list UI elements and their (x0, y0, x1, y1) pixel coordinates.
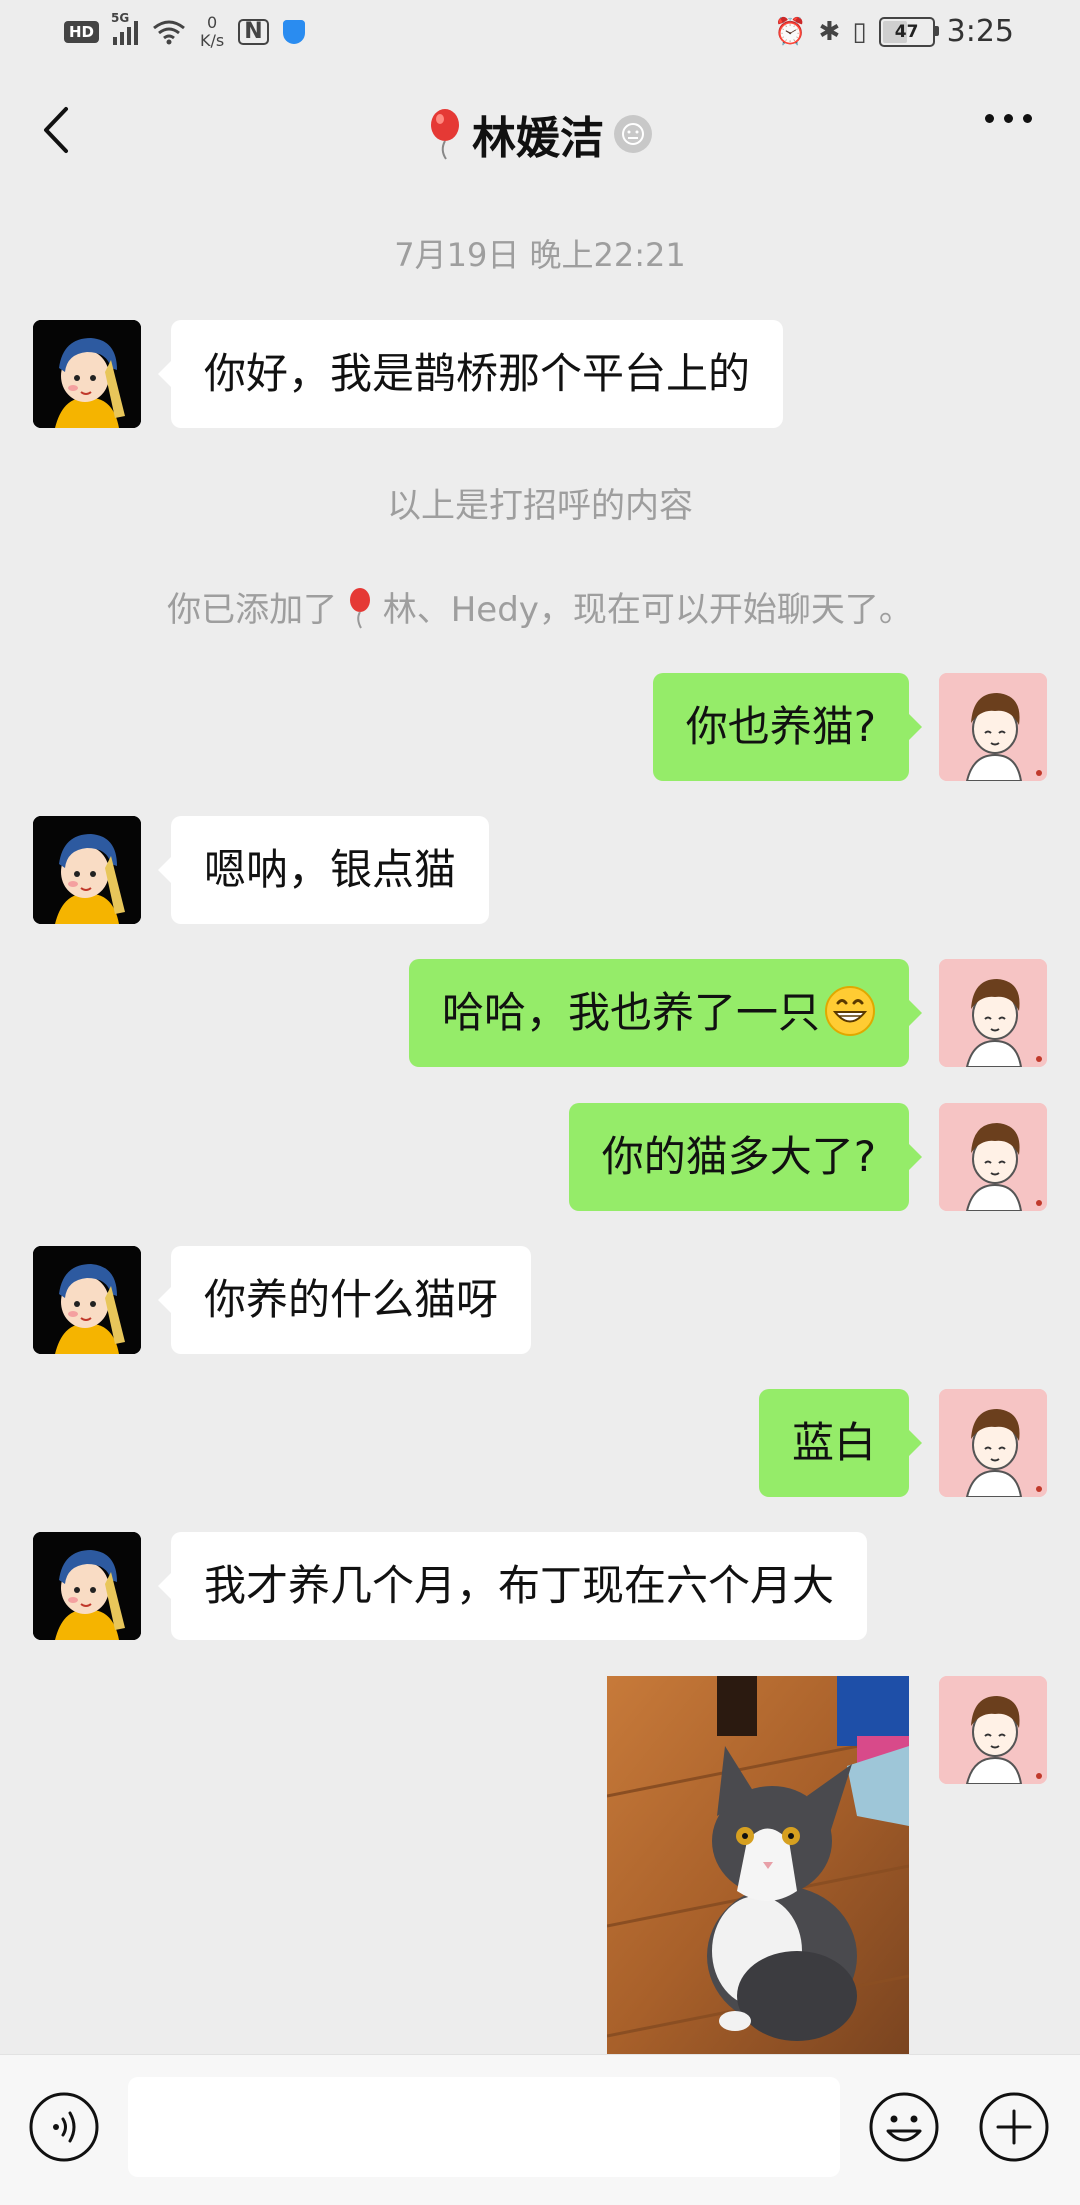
voice-button[interactable] (28, 2091, 100, 2163)
chat-header: 林媛洁 (0, 78, 1080, 188)
plus-icon (979, 2092, 1049, 2162)
message-bubble[interactable]: 我才养几个月，布丁现在六个月大 (157, 1532, 868, 1640)
message-bubble[interactable]: 嗯呐，银点猫 (157, 816, 490, 924)
hd-indicator: HD (64, 21, 100, 43)
speed-value: 0 (207, 13, 218, 32)
more-button[interactable] (985, 114, 1032, 123)
balloon-icon (349, 588, 370, 629)
chat-timestamp: 7月19日 晚上22:21 (394, 236, 686, 274)
input-bar (0, 2054, 1080, 2205)
balloon-icon (431, 109, 459, 160)
bluetooth-icon: ✱ (818, 16, 841, 47)
voice-icon (29, 2092, 99, 2162)
network-type: 5G (111, 11, 130, 25)
shield-icon (282, 20, 305, 44)
self-avatar[interactable] (939, 1103, 1047, 1211)
emoji-button[interactable] (868, 2091, 940, 2163)
status-bar: HD 5G 0 K/s N ⏰ ✱ ▯ 47 3:25 (0, 0, 1080, 66)
contact-avatar[interactable] (33, 1532, 141, 1640)
contact-avatar[interactable] (33, 1246, 141, 1354)
contact-avatar[interactable] (33, 816, 141, 924)
system-added-suffix: 林、Hedy，现在可以开始聊天了。 (382, 590, 913, 630)
self-avatar[interactable] (939, 1676, 1047, 1784)
message-bubble[interactable]: 你也养猫? (652, 673, 923, 781)
emoji-icon (869, 2092, 939, 2162)
self-avatar[interactable] (939, 673, 1047, 781)
alarm-icon: ⏰ (774, 16, 807, 47)
message-text: 哈哈，我也养了一只 (441, 988, 820, 1037)
nfc-icon: N (238, 19, 269, 45)
mute-icon (614, 115, 652, 153)
cat-photo[interactable] (607, 1676, 909, 2054)
message-bubble[interactable]: 你好，我是鹊桥那个平台上的 (157, 320, 784, 428)
battery-icon: 47 (878, 16, 939, 47)
more-dots-icon (985, 114, 994, 123)
message-bubble[interactable]: 你的猫多大了? (568, 1103, 923, 1211)
self-avatar[interactable] (939, 959, 1047, 1067)
signal-icon: 5G (111, 11, 139, 45)
speed-unit: K/s (200, 31, 225, 50)
wifi-icon (153, 20, 185, 45)
system-greeting: 以上是打招呼的内容 (387, 486, 693, 526)
message-bubble[interactable]: 你养的什么猫呀 (157, 1246, 532, 1354)
more-actions-button[interactable] (978, 2091, 1050, 2163)
contact-avatar[interactable] (33, 320, 141, 428)
system-added-prefix: 你已添加了 (167, 590, 338, 630)
battery-level: 47 (894, 21, 919, 42)
message-bubble[interactable]: 蓝白 (758, 1389, 923, 1497)
chat-title: 林媛洁 (472, 113, 604, 164)
message-input[interactable] (128, 2077, 840, 2177)
clock: 3:25 (946, 14, 1014, 49)
system-added-notice: 你已添加了 林、Hedy，现在可以开始聊天了。 (0, 582, 1080, 631)
network-speed: 0 K/s (200, 14, 224, 50)
vibrate-icon: ▯ (852, 16, 867, 47)
grinning-emoji-icon (825, 986, 875, 1036)
self-avatar[interactable] (939, 1389, 1047, 1497)
message-bubble[interactable]: 哈哈，我也养了一只 (408, 959, 923, 1067)
